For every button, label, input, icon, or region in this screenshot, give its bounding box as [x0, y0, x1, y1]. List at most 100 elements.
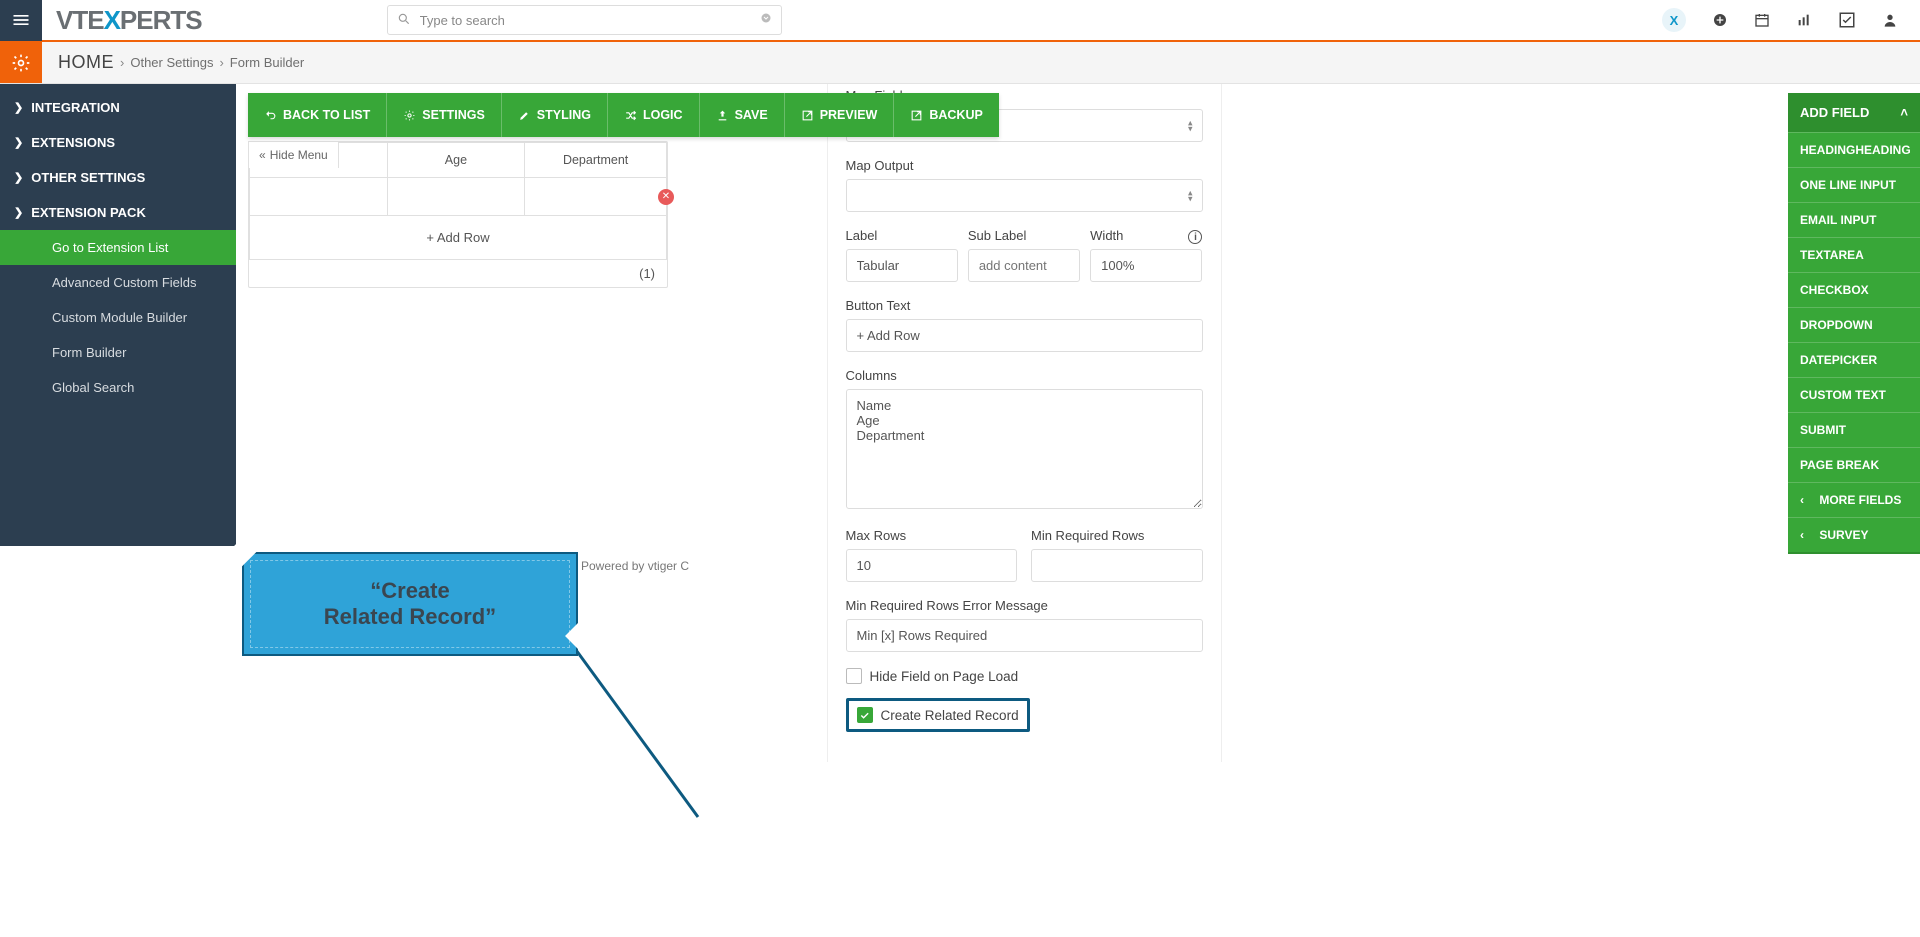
save-button[interactable]: SAVE	[700, 93, 785, 137]
back-to-list-button[interactable]: BACK TO LIST	[248, 93, 387, 137]
min-rows-input[interactable]	[1031, 549, 1203, 582]
create-related-record-row[interactable]: Create Related Record	[857, 707, 1019, 723]
button-text-input[interactable]	[846, 319, 1203, 352]
toolbar-label: STYLING	[537, 108, 591, 122]
more-fields-label: MORE FIELDS	[1819, 493, 1901, 507]
hide-field-checkbox-row[interactable]: Hide Field on Page Load	[846, 668, 1203, 684]
subnav-advanced-custom-fields[interactable]: Advanced Custom Fields	[0, 265, 236, 300]
toolbar-label: SAVE	[735, 108, 768, 122]
field-custom-text[interactable]: CUSTOM TEXT	[1788, 377, 1920, 412]
external-link-icon	[801, 109, 814, 122]
gear-icon	[403, 109, 416, 122]
subnav-custom-module-builder[interactable]: Custom Module Builder	[0, 300, 236, 335]
field-one-line-input[interactable]: ONE LINE INPUT	[1788, 167, 1920, 202]
properties-panel: Map Field ▴▾ Map Output ▴▾ Label Sub Lab…	[827, 84, 1222, 762]
upload-icon	[716, 109, 729, 122]
user-icon[interactable]	[1882, 12, 1898, 28]
field-dropdown[interactable]: DROPDOWN	[1788, 307, 1920, 342]
width-input[interactable]	[1090, 249, 1202, 282]
breadcrumb-home[interactable]: HOME	[58, 52, 114, 73]
field-heading[interactable]: HEADINGHEADING	[1788, 132, 1920, 167]
brand-x-icon[interactable]: X	[1662, 8, 1686, 32]
brush-icon	[518, 109, 531, 122]
external-link-icon	[910, 109, 923, 122]
chevron-right-icon: ❯	[14, 206, 23, 219]
nav-other-settings[interactable]: ❯ OTHER SETTINGS	[0, 160, 236, 195]
hamburger-menu[interactable]	[0, 0, 42, 41]
callout-text-line2: Related Record”	[324, 604, 496, 630]
sublabel-label: Sub Label	[968, 228, 1080, 243]
field-email-input[interactable]: EMAIL INPUT	[1788, 202, 1920, 237]
hide-menu-button[interactable]: « Hide Menu	[248, 141, 339, 168]
field-datepicker[interactable]: DATEPICKER	[1788, 342, 1920, 377]
field-page-break[interactable]: PAGE BREAK	[1788, 447, 1920, 482]
annotation-callout: “Create Related Record”	[242, 552, 578, 656]
bar-chart-icon[interactable]	[1796, 12, 1812, 28]
chevron-down-icon[interactable]	[760, 12, 772, 24]
nav-label: INTEGRATION	[31, 100, 120, 115]
backup-button[interactable]: BACKUP	[894, 93, 998, 137]
field-survey[interactable]: ‹ SURVEY	[1788, 517, 1920, 552]
col-header-age: Age	[387, 143, 525, 178]
min-rows-error-input[interactable]	[846, 619, 1203, 652]
nav-extension-pack[interactable]: ❯ EXTENSION PACK	[0, 195, 236, 230]
subnav-global-search[interactable]: Global Search	[0, 370, 236, 405]
nav-extensions[interactable]: ❯EXTENSIONS	[0, 125, 236, 160]
gear-button[interactable]	[0, 42, 42, 83]
chevron-left-icon: «	[259, 148, 266, 162]
calendar-icon[interactable]	[1754, 12, 1770, 28]
table-row: ✕	[250, 178, 667, 216]
field-more-fields[interactable]: ‹ MORE FIELDS	[1788, 482, 1920, 517]
create-related-record-highlight: Create Related Record	[846, 698, 1030, 732]
min-rows-label: Min Required Rows	[1031, 528, 1203, 543]
nav-integration[interactable]: ❯INTEGRATION	[0, 90, 236, 125]
min-rows-error-label: Min Required Rows Error Message	[846, 598, 1203, 613]
row-count: (1)	[249, 260, 667, 287]
toolbar: BACK TO LIST SETTINGS STYLING LOGIC SAVE…	[248, 93, 999, 137]
nav-label: OTHER SETTINGS	[31, 170, 145, 185]
add-row-button[interactable]: + Add Row	[250, 216, 667, 260]
hide-field-checkbox[interactable]	[846, 668, 862, 684]
breadcrumb-other-settings[interactable]: Other Settings	[130, 55, 213, 70]
field-checkbox[interactable]: CHECKBOX	[1788, 272, 1920, 307]
add-field-header-label: ADD FIELD	[1800, 105, 1869, 120]
chevron-right-icon: ›	[219, 55, 223, 70]
chevron-down-icon: ❯	[14, 171, 23, 184]
col-header-department: Department	[525, 143, 667, 178]
add-field-header[interactable]: ADD FIELD ˄	[1788, 93, 1920, 132]
subnav-go-extension-list[interactable]: Go to Extension List	[0, 230, 236, 265]
checklist-icon[interactable]	[1838, 11, 1856, 29]
map-output-select[interactable]	[846, 179, 1203, 212]
chevron-left-icon: ‹	[1800, 528, 1804, 542]
create-related-record-checkbox[interactable]	[857, 707, 873, 723]
search-icon	[397, 12, 411, 26]
logic-button[interactable]: LOGIC	[608, 93, 700, 137]
add-icon[interactable]	[1712, 12, 1728, 28]
breadcrumb-form-builder[interactable]: Form Builder	[230, 55, 304, 70]
preview-button[interactable]: PREVIEW	[785, 93, 895, 137]
label-label: Label	[846, 228, 958, 243]
columns-textarea[interactable]	[846, 389, 1203, 509]
sublabel-input[interactable]	[968, 249, 1080, 282]
info-icon[interactable]: i	[1188, 230, 1202, 244]
survey-label: SURVEY	[1819, 528, 1868, 542]
settings-button[interactable]: SETTINGS	[387, 93, 502, 137]
toolbar-label: PREVIEW	[820, 108, 878, 122]
toolbar-label: SETTINGS	[422, 108, 485, 122]
styling-button[interactable]: STYLING	[502, 93, 608, 137]
field-textarea[interactable]: TEXTAREA	[1788, 237, 1920, 272]
breadcrumb-row: HOME › Other Settings › Form Builder	[0, 42, 1920, 84]
menu-icon	[11, 10, 31, 30]
toolbar-label: BACKUP	[929, 108, 982, 122]
columns-label: Columns	[846, 368, 1203, 383]
search-input[interactable]	[387, 5, 782, 35]
nav-label: EXTENSION PACK	[31, 205, 146, 220]
logo: VTEXPERTS	[56, 5, 202, 36]
hide-menu-label: Hide Menu	[270, 148, 328, 162]
field-submit[interactable]: SUBMIT	[1788, 412, 1920, 447]
label-input[interactable]	[846, 249, 958, 282]
max-rows-input[interactable]	[846, 549, 1018, 582]
add-field-panel: ADD FIELD ˄ HEADINGHEADING ONE LINE INPU…	[1788, 93, 1920, 554]
subnav-form-builder[interactable]: Form Builder	[0, 335, 236, 370]
remove-row-button[interactable]: ✕	[658, 189, 674, 205]
